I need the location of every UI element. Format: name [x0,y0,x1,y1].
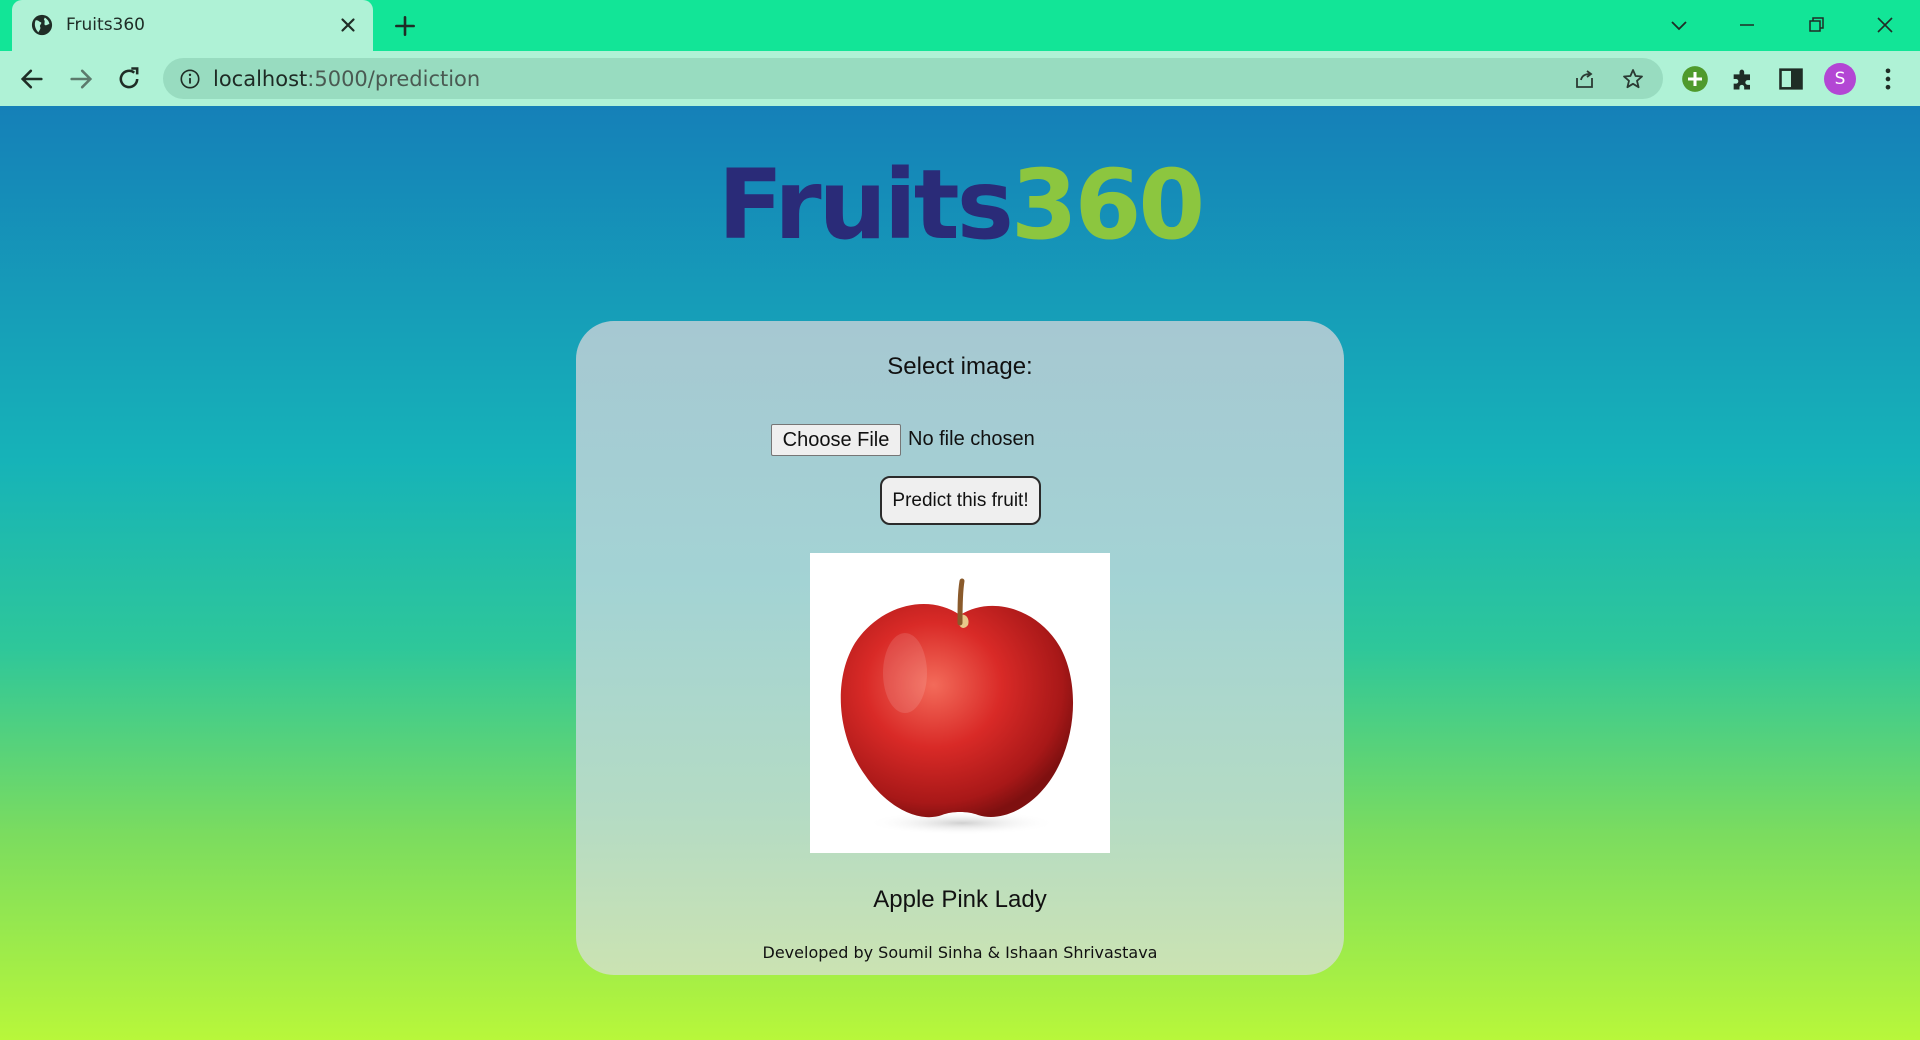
url-path: :5000/prediction [307,67,481,91]
share-icon[interactable] [1573,67,1597,91]
site-logo: Fruits360 [0,150,1920,260]
minimize-icon[interactable] [1732,10,1762,40]
puzzle-extensions-icon[interactable] [1729,65,1757,93]
close-window-icon[interactable] [1870,10,1900,40]
address-bar[interactable]: localhost:5000/prediction [163,58,1663,99]
side-panel-icon[interactable] [1777,65,1805,93]
tab-search-chevron-icon[interactable] [1664,10,1694,40]
predict-button[interactable]: Predict this fruit! [880,476,1041,525]
reload-icon[interactable] [115,65,143,93]
bookmark-star-icon[interactable] [1621,67,1645,91]
prediction-card: Select image: Choose File No file chosen… [576,321,1344,975]
footer-credits: Developed by Soumil Sinha & Ishaan Shriv… [762,943,1158,962]
tab-title: Fruits360 [66,15,145,35]
choose-file-button[interactable]: Choose File [771,424,901,456]
extension-plus-icon[interactable] [1681,65,1709,93]
restore-icon[interactable] [1801,10,1831,40]
close-icon[interactable] [337,14,359,36]
uploaded-fruit-image [810,553,1110,853]
browser-tabstrip: Fruits360 [0,0,1920,51]
forward-arrow-icon[interactable] [67,65,95,93]
url-host: localhost [213,67,308,91]
browser-tab-active[interactable]: Fruits360 [12,0,373,51]
select-image-label: Select image: [887,353,1033,380]
logo-text-360: 360 [1010,149,1205,261]
globe-icon [31,14,53,36]
prediction-result: Apple Pink Lady [873,886,1047,913]
logo-text-fruits: Fruits [717,149,1014,261]
new-tab-icon[interactable] [392,13,418,39]
profile-avatar[interactable]: S [1824,63,1856,95]
browser-toolbar: localhost:5000/prediction S [0,51,1920,106]
url-text: localhost:5000/prediction [213,67,480,91]
apple-image [840,578,1074,835]
file-status-text: No file chosen [908,428,1035,450]
page-body: Fruits360 Select image: Choose File No f… [0,106,1920,1040]
site-info-icon[interactable] [179,68,201,90]
back-arrow-icon[interactable] [18,65,46,93]
more-menu-icon[interactable] [1874,65,1902,93]
